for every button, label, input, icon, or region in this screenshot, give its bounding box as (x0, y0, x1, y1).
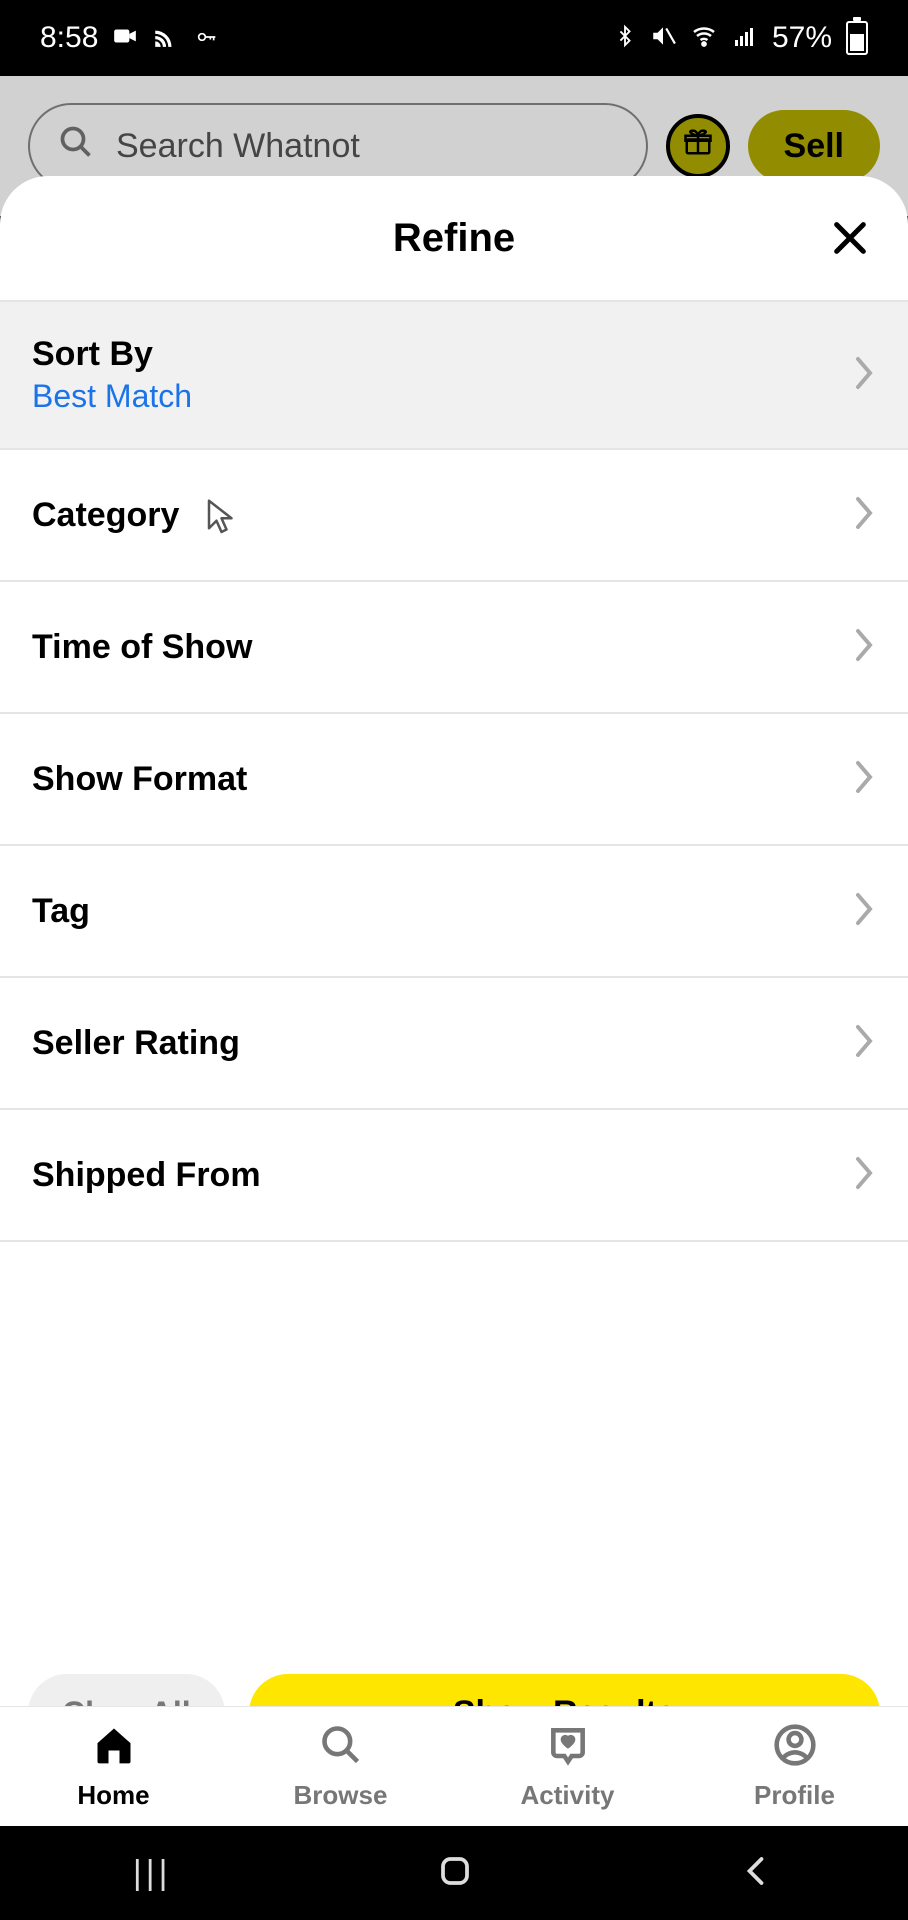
recents-icon: ||| (133, 1854, 172, 1892)
tab-label: Profile (754, 1780, 835, 1811)
signal-icon (732, 24, 758, 52)
refine-row-show-format[interactable]: Show Format (0, 714, 908, 846)
back-icon (739, 1876, 775, 1893)
tab-browse[interactable]: Browse (227, 1707, 454, 1826)
row-title: Shipped From (32, 1156, 261, 1195)
home-nav-icon (437, 1876, 473, 1893)
chevron-right-icon (852, 493, 876, 538)
chevron-right-icon (852, 757, 876, 802)
tab-home[interactable]: Home (0, 1707, 227, 1826)
chevron-right-icon (852, 1021, 876, 1066)
cast-icon (152, 23, 178, 53)
refine-row-seller-rating[interactable]: Seller Rating (0, 978, 908, 1110)
video-icon (112, 23, 138, 53)
sheet-header: Refine (0, 176, 908, 300)
refine-row-category[interactable]: Category (0, 450, 908, 582)
clock: 8:58 (40, 21, 98, 55)
nav-back-button[interactable] (739, 1853, 775, 1894)
row-title: Category (32, 496, 179, 535)
chevron-right-icon (852, 353, 876, 398)
sheet-title: Refine (393, 216, 515, 261)
wifi-icon (690, 24, 718, 52)
bluetooth-icon (614, 23, 636, 53)
chevron-right-icon (852, 625, 876, 670)
nav-home-button[interactable] (437, 1853, 473, 1894)
tab-profile[interactable]: Profile (681, 1707, 908, 1826)
refine-row-time-of-show[interactable]: Time of Show (0, 582, 908, 714)
tab-label: Browse (294, 1780, 388, 1811)
android-nav-bar: ||| (0, 1826, 908, 1920)
home-icon (92, 1723, 136, 1774)
profile-icon (773, 1723, 817, 1774)
refine-row-sort-by[interactable]: Sort By Best Match (0, 300, 908, 450)
status-bar: 8:58 57% (0, 0, 908, 76)
chevron-right-icon (852, 1153, 876, 1198)
activity-icon (546, 1723, 590, 1774)
row-title: Sort By (32, 335, 192, 374)
refine-sheet: Refine Sort By Best Match Category (0, 176, 908, 1786)
bottom-tab-bar: Home Browse Activity Profile (0, 1706, 908, 1826)
close-icon (830, 218, 870, 263)
refine-list: Sort By Best Match Category Time of Show (0, 300, 908, 1650)
search-icon (319, 1723, 363, 1774)
row-title: Seller Rating (32, 1024, 240, 1063)
chevron-right-icon (852, 889, 876, 934)
tab-label: Activity (521, 1780, 615, 1811)
key-icon (192, 25, 222, 51)
row-title: Time of Show (32, 628, 252, 667)
battery-icon (846, 21, 868, 55)
nav-recents-button[interactable]: ||| (133, 1854, 172, 1893)
mute-icon (650, 23, 676, 53)
row-title: Show Format (32, 760, 247, 799)
row-value: Best Match (32, 378, 192, 415)
refine-row-tag[interactable]: Tag (0, 846, 908, 978)
refine-row-shipped-from[interactable]: Shipped From (0, 1110, 908, 1242)
battery-pct: 57% (772, 21, 832, 55)
close-button[interactable] (826, 216, 874, 264)
tab-label: Home (77, 1780, 149, 1811)
tab-activity[interactable]: Activity (454, 1707, 681, 1826)
row-title: Tag (32, 892, 90, 931)
